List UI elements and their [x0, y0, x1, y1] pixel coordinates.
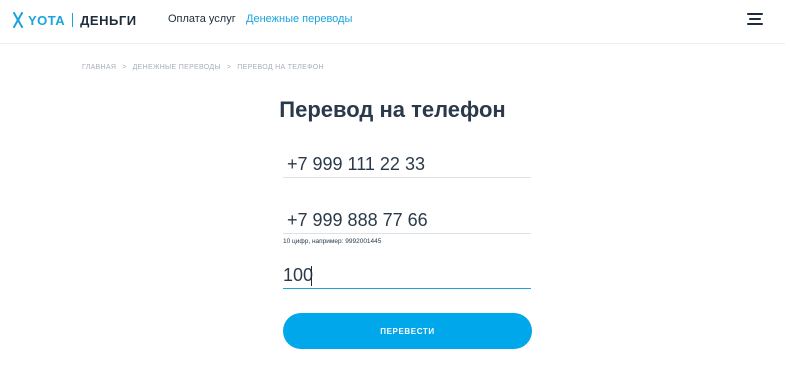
sender-phone-field[interactable]: [283, 152, 531, 178]
hamburger-menu-icon[interactable]: [747, 13, 765, 27]
recipient-phone-hint: 10 цифр, например: 9992001445: [283, 238, 382, 245]
nav-link-services-payment[interactable]: Оплата услуг: [168, 13, 236, 25]
amount-field[interactable]: [283, 263, 531, 289]
breadcrumb-current: ПЕРЕВОД НА ТЕЛЕФОН: [237, 64, 324, 71]
yota-logo-icon: [13, 12, 23, 28]
text-cursor: [311, 266, 312, 286]
page-title: Перевод на телефон: [279, 97, 506, 122]
logo-yota-text: YOTA: [28, 12, 66, 28]
site-header: YOTA ДЕНЬГИ Оплата услуг Денежные перево…: [0, 0, 785, 44]
recipient-phone-field[interactable]: [283, 208, 531, 234]
menu-line: [747, 23, 763, 25]
menu-line: [747, 13, 763, 15]
menu-line: [749, 18, 761, 20]
breadcrumb-home[interactable]: ГЛАВНАЯ: [82, 64, 116, 71]
breadcrumb-money-transfers[interactable]: ДЕНЕЖНЫЕ ПЕРЕВОДЫ: [133, 64, 221, 71]
logo-divider: [72, 13, 74, 27]
breadcrumb: ГЛАВНАЯ > ДЕНЕЖНЫЕ ПЕРЕВОДЫ > ПЕРЕВОД НА…: [82, 64, 324, 71]
breadcrumb-separator: >: [226, 64, 232, 71]
yota-dengi-logo[interactable]: YOTA ДЕНЬГИ: [12, 11, 137, 29]
logo-dengi-text: ДЕНЬГИ: [80, 12, 137, 28]
breadcrumb-separator: >: [122, 64, 127, 71]
transfer-button[interactable]: ПЕРЕВЕСТИ: [283, 313, 532, 349]
nav-link-money-transfers[interactable]: Денежные переводы: [246, 13, 352, 25]
